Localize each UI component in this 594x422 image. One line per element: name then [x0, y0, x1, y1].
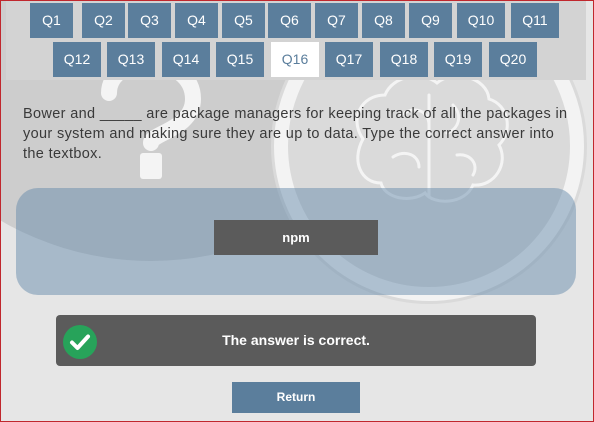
question-button-q10[interactable]: Q10: [457, 3, 505, 38]
question-button-q1[interactable]: Q1: [30, 3, 73, 38]
question-button-q9[interactable]: Q9: [409, 3, 452, 38]
question-navigation: Q1 Q2 Q3 Q4 Q5 Q6 Q7 Q8 Q9 Q10 Q11 Q12 Q…: [6, 1, 586, 80]
question-button-q15[interactable]: Q15: [216, 42, 264, 77]
question-button-q5[interactable]: Q5: [222, 3, 265, 38]
question-button-q12[interactable]: Q12: [53, 42, 101, 77]
question-button-q7[interactable]: Q7: [315, 3, 358, 38]
feedback-message: The answer is correct.: [222, 332, 370, 348]
question-button-q3[interactable]: Q3: [128, 3, 171, 38]
question-button-q2[interactable]: Q2: [82, 3, 125, 38]
question-button-q16-active[interactable]: Q16: [271, 42, 319, 77]
question-button-q18[interactable]: Q18: [380, 42, 428, 77]
return-button[interactable]: Return: [232, 382, 360, 413]
question-button-q20[interactable]: Q20: [489, 42, 537, 77]
answer-textbox[interactable]: npm: [214, 220, 378, 255]
question-button-q17[interactable]: Q17: [325, 42, 373, 77]
question-prompt: Bower and _____ are package managers for…: [23, 106, 568, 162]
question-button-q13[interactable]: Q13: [107, 42, 155, 77]
question-button-q19[interactable]: Q19: [434, 42, 482, 77]
question-button-q4[interactable]: Q4: [175, 3, 218, 38]
question-button-q11[interactable]: Q11: [511, 3, 559, 38]
question-button-q6[interactable]: Q6: [268, 3, 311, 38]
feedback-banner: The answer is correct.: [56, 315, 536, 366]
question-button-q8[interactable]: Q8: [362, 3, 405, 38]
question-button-q14[interactable]: Q14: [162, 42, 210, 77]
quiz-window: Q1 Q2 Q3 Q4 Q5 Q6 Q7 Q8 Q9 Q10 Q11 Q12 Q…: [0, 0, 594, 422]
